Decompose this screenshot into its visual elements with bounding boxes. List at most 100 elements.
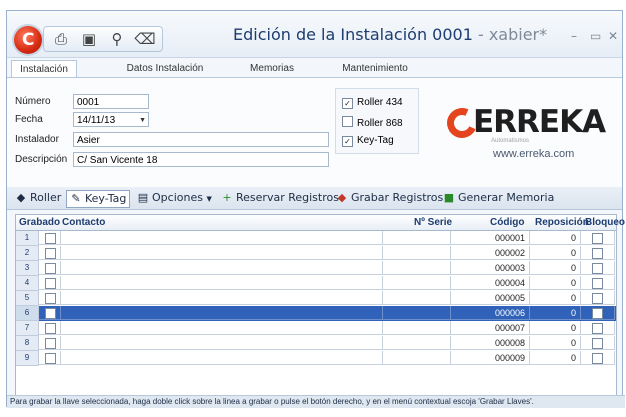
bloqueo-cell[interactable] bbox=[581, 351, 615, 365]
maximize-button[interactable]: ▭ bbox=[590, 29, 601, 43]
app-menu-button[interactable]: C bbox=[14, 26, 42, 54]
contacto-cell[interactable] bbox=[61, 291, 383, 305]
table-row[interactable]: 9 000009 0 bbox=[16, 351, 616, 366]
table-row[interactable]: 3 000003 0 bbox=[16, 261, 616, 276]
contacto-cell[interactable] bbox=[61, 306, 383, 320]
contacto-cell[interactable] bbox=[61, 351, 383, 365]
reposicion-cell[interactable]: 0 bbox=[530, 246, 581, 260]
grabado-cell[interactable] bbox=[39, 276, 61, 290]
contacto-cell[interactable] bbox=[61, 276, 383, 290]
descripcion-field[interactable]: C/ San Vicente 18 bbox=[73, 152, 329, 167]
codigo-cell[interactable]: 000004 bbox=[451, 276, 530, 290]
reposicion-cell[interactable]: 0 bbox=[530, 276, 581, 290]
serie-cell[interactable] bbox=[383, 306, 451, 320]
col-serie[interactable]: Nº Serie bbox=[414, 217, 452, 228]
key-tag-button[interactable]: ✎ Key-Tag bbox=[66, 190, 131, 208]
codigo-cell[interactable]: 000008 bbox=[451, 336, 530, 350]
contacto-cell[interactable] bbox=[61, 321, 383, 335]
save-icon[interactable]: ▣ bbox=[78, 29, 100, 49]
table-row[interactable]: 1 000001 0 bbox=[16, 231, 616, 246]
codigo-cell[interactable]: 000003 bbox=[451, 261, 530, 275]
bloqueo-cell[interactable] bbox=[581, 336, 615, 350]
serie-cell[interactable] bbox=[383, 261, 451, 275]
serie-cell[interactable] bbox=[383, 231, 451, 245]
contacto-cell[interactable] bbox=[61, 231, 383, 245]
serie-cell[interactable] bbox=[383, 321, 451, 335]
bloqueo-checkbox[interactable] bbox=[592, 353, 603, 364]
reposicion-cell[interactable]: 0 bbox=[530, 231, 581, 245]
chevron-down-icon[interactable]: ▼ bbox=[139, 113, 146, 128]
grabado-cell[interactable] bbox=[39, 246, 61, 260]
bloqueo-checkbox[interactable] bbox=[592, 293, 603, 304]
checkbox-roller-434[interactable]: ✓ bbox=[342, 98, 353, 109]
contacto-cell[interactable] bbox=[61, 336, 383, 350]
reposicion-cell[interactable]: 0 bbox=[530, 261, 581, 275]
reposicion-cell[interactable]: 0 bbox=[530, 336, 581, 350]
checkbox-roller-868[interactable] bbox=[342, 116, 353, 127]
grabado-checkbox[interactable] bbox=[45, 338, 56, 349]
instalador-field[interactable]: Asier bbox=[73, 132, 329, 147]
table-row[interactable]: 6 000006 0 bbox=[16, 306, 616, 321]
col-reposicion[interactable]: Reposición bbox=[535, 217, 589, 228]
grabado-checkbox[interactable] bbox=[45, 323, 56, 334]
generar-memoria-button[interactable]: ■ Generar Memoria bbox=[443, 190, 555, 206]
serie-cell[interactable] bbox=[383, 276, 451, 290]
table-row[interactable]: 2 000002 0 bbox=[16, 246, 616, 261]
checkbox-key-tag[interactable]: ✓ bbox=[342, 136, 353, 147]
grabado-checkbox[interactable] bbox=[45, 353, 56, 364]
bloqueo-cell[interactable] bbox=[581, 276, 615, 290]
tab-memorias[interactable]: Memorias bbox=[241, 60, 303, 78]
col-grabado[interactable]: Grabado bbox=[19, 217, 60, 228]
grabado-cell[interactable] bbox=[39, 261, 61, 275]
serie-cell[interactable] bbox=[383, 246, 451, 260]
contacto-cell[interactable] bbox=[61, 261, 383, 275]
search-icon[interactable]: ⚲ bbox=[106, 29, 128, 49]
roller-868-option[interactable]: Roller 868 bbox=[342, 116, 403, 130]
fecha-field[interactable]: 14/11/13 ▼ bbox=[73, 112, 149, 127]
codigo-cell[interactable]: 000001 bbox=[451, 231, 530, 245]
reservar-registros-button[interactable]: + Reservar Registros bbox=[221, 190, 339, 206]
serie-cell[interactable] bbox=[383, 291, 451, 305]
table-row[interactable]: 8 000008 0 bbox=[16, 336, 616, 351]
codigo-cell[interactable]: 000007 bbox=[451, 321, 530, 335]
opciones-button[interactable]: ▤ Opciones ▼ bbox=[137, 190, 212, 206]
grabado-cell[interactable] bbox=[39, 336, 61, 350]
bloqueo-checkbox[interactable] bbox=[592, 233, 603, 244]
grabado-checkbox[interactable] bbox=[45, 233, 56, 244]
table-row[interactable]: 4 000004 0 bbox=[16, 276, 616, 291]
bloqueo-cell[interactable] bbox=[581, 321, 615, 335]
bloqueo-cell[interactable] bbox=[581, 231, 615, 245]
roller-button[interactable]: ◆ Roller bbox=[15, 190, 62, 206]
minimize-button[interactable]: – bbox=[571, 29, 577, 43]
tab-datos-instalacion[interactable]: Datos Instalación bbox=[119, 60, 211, 78]
grabado-cell[interactable] bbox=[39, 321, 61, 335]
reposicion-cell[interactable]: 0 bbox=[530, 306, 581, 320]
close-button[interactable]: ✕ bbox=[608, 29, 618, 43]
bloqueo-cell[interactable] bbox=[581, 291, 615, 305]
print-preview-icon[interactable]: ⎙ bbox=[50, 29, 72, 49]
bloqueo-checkbox[interactable] bbox=[592, 248, 603, 259]
bloqueo-cell[interactable] bbox=[581, 246, 615, 260]
reposicion-cell[interactable]: 0 bbox=[530, 351, 581, 365]
grabado-checkbox[interactable] bbox=[45, 278, 56, 289]
grabado-checkbox[interactable] bbox=[45, 248, 56, 259]
grabado-cell[interactable] bbox=[39, 231, 61, 245]
grabado-checkbox[interactable] bbox=[45, 293, 56, 304]
bloqueo-checkbox[interactable] bbox=[592, 338, 603, 349]
numero-field[interactable]: 0001 bbox=[73, 94, 149, 109]
grabado-cell[interactable] bbox=[39, 351, 61, 365]
bloqueo-checkbox[interactable] bbox=[592, 323, 603, 334]
codigo-cell[interactable]: 000006 bbox=[451, 306, 530, 320]
col-codigo[interactable]: Código bbox=[490, 217, 524, 228]
contacto-cell[interactable] bbox=[61, 246, 383, 260]
col-contacto[interactable]: Contacto bbox=[62, 217, 105, 228]
bloqueo-cell[interactable] bbox=[581, 261, 615, 275]
key-tag-option[interactable]: ✓ Key-Tag bbox=[342, 135, 394, 149]
reposicion-cell[interactable]: 0 bbox=[530, 321, 581, 335]
bloqueo-checkbox[interactable] bbox=[592, 263, 603, 274]
codigo-cell[interactable]: 000009 bbox=[451, 351, 530, 365]
grabar-registros-button[interactable]: ◆ Grabar Registros bbox=[336, 190, 444, 206]
serie-cell[interactable] bbox=[383, 336, 451, 350]
codigo-cell[interactable]: 000005 bbox=[451, 291, 530, 305]
grabado-cell[interactable] bbox=[39, 291, 61, 305]
